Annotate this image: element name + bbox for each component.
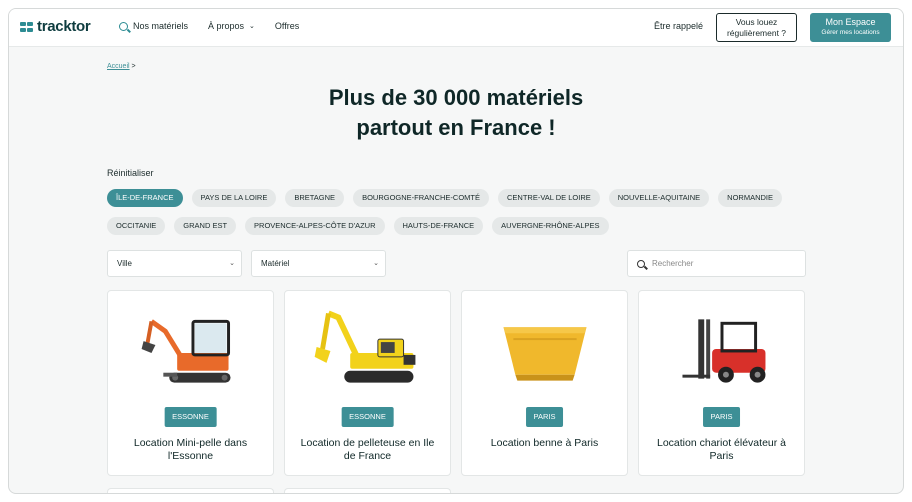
- nav-item-a-propos[interactable]: À propos ⌄: [208, 21, 255, 31]
- title-line: Plus de 30 000 matériels: [328, 85, 584, 110]
- region-chip[interactable]: ÎLE-DE-FRANCE: [107, 189, 183, 207]
- nav-item-offres[interactable]: Offres: [275, 21, 299, 31]
- region-chip[interactable]: CENTRE-VAL DE LOIRE: [497, 189, 600, 207]
- chevron-down-icon: ⌄: [249, 23, 255, 30]
- select-value: Ville: [117, 259, 132, 268]
- browser-frame: tracktor Nos matériels À propos ⌄ Offres…: [8, 8, 904, 494]
- dumpster-image: [503, 327, 587, 381]
- site-header: tracktor Nos matériels À propos ⌄ Offres…: [9, 9, 903, 47]
- card-title: Location Mini-pelle dans l'Essonne: [133, 437, 248, 462]
- title-line: partout en France !: [356, 115, 556, 140]
- nav-label: À propos: [208, 21, 245, 31]
- card-title: Location chariot élévateur à Paris: [657, 437, 786, 462]
- card-title: Location de pelleteuse en Ile de France: [300, 437, 435, 462]
- location-badge: PARIS: [525, 407, 564, 427]
- region-chips: ÎLE-DE-FRANCE PAYS DE LA LOIRE BRETAGNE BOU…: [107, 189, 827, 245]
- breadcrumb-home[interactable]: Accueil: [107, 63, 130, 70]
- region-chip[interactable]: PROVENCE-ALPES-CÔTE D'AZUR: [245, 217, 385, 235]
- button-line: Vous louez: [735, 17, 778, 27]
- main-nav: Nos matériels À propos ⌄ Offres: [119, 21, 319, 31]
- callback-link[interactable]: Être rappelé: [654, 21, 703, 31]
- nav-item-materiels[interactable]: Nos matériels: [119, 21, 188, 31]
- select-value: Matériel: [261, 259, 290, 268]
- reset-filters-link[interactable]: Réinitialiser: [107, 168, 154, 178]
- region-chip[interactable]: HAUTS-DE-FRANCE: [393, 217, 484, 235]
- chip-row: OCCITANIE GRAND EST PROVENCE-ALPES-CÔTE D'…: [107, 217, 827, 235]
- region-chip[interactable]: BRETAGNE: [285, 189, 345, 207]
- button-subline: Gérer mes locations: [821, 29, 880, 36]
- nav-label: Nos matériels: [133, 21, 189, 31]
- region-chip[interactable]: NOUVELLE-AQUITAINE: [608, 189, 710, 207]
- button-line: régulièrement ?: [726, 28, 787, 38]
- breadcrumb-separator: >: [131, 63, 136, 70]
- equipment-card[interactable]: PARIS Location benne à Paris: [461, 290, 628, 476]
- region-chip[interactable]: AUVERGNE-RHÔNE-ALPES: [492, 217, 609, 235]
- region-chip[interactable]: BOURGOGNE-FRANCHE-COMTÉ: [353, 189, 489, 207]
- chevron-down-icon: ⌄: [373, 260, 379, 267]
- equipment-card-peek[interactable]: [284, 488, 451, 493]
- my-space-button[interactable]: Mon Espace Gérer mes locations: [810, 13, 891, 42]
- region-chip[interactable]: NORMANDIE: [718, 189, 782, 207]
- location-badge: ESSONNE: [341, 407, 394, 427]
- city-select[interactable]: Ville ⌄: [107, 250, 242, 277]
- card-title: Location benne à Paris: [490, 437, 599, 449]
- logo[interactable]: tracktor: [20, 18, 91, 35]
- search-box[interactable]: [627, 250, 806, 277]
- location-badge: PARIS: [702, 407, 741, 427]
- breadcrumb: Accueil >: [107, 63, 136, 70]
- location-badge: ESSONNE: [164, 407, 217, 427]
- search-icon: [637, 259, 645, 268]
- equipment-card-peek[interactable]: [107, 488, 274, 493]
- search-input[interactable]: [652, 259, 792, 268]
- nav-label: Offres: [274, 21, 300, 31]
- page-title: Plus de 30 000 matériels partout en Fran…: [9, 83, 903, 143]
- search-icon: [119, 21, 128, 31]
- equipment-card[interactable]: ESSONNE Location de pelleteuse en Ile de…: [284, 290, 451, 476]
- forklift-image: [682, 319, 766, 383]
- regular-rental-button[interactable]: Vous louez régulièrement ?: [716, 13, 797, 42]
- region-chip[interactable]: PAYS DE LA LOIRE: [191, 189, 277, 207]
- material-select[interactable]: Matériel ⌄: [251, 250, 386, 277]
- logo-text: tracktor: [37, 18, 91, 35]
- button-line: Mon Espace: [825, 17, 876, 27]
- chevron-down-icon: ⌄: [229, 260, 235, 267]
- excavator-image: [314, 310, 416, 383]
- chip-row: ÎLE-DE-FRANCE PAYS DE LA LOIRE BRETAGNE BOU…: [107, 189, 827, 207]
- equipment-card[interactable]: ESSONNE Location Mini-pelle dans l'Esson…: [107, 290, 274, 476]
- mini-excavator-image: [141, 319, 231, 383]
- logo-mark-icon: [20, 21, 34, 33]
- equipment-card[interactable]: PARIS Location chariot élévateur à Paris: [638, 290, 805, 476]
- region-chip[interactable]: OCCITANIE: [107, 217, 166, 235]
- equipment-cards: ESSONNE Location Mini-pelle dans l'Esson…: [107, 290, 805, 476]
- region-chip[interactable]: GRAND EST: [174, 217, 237, 235]
